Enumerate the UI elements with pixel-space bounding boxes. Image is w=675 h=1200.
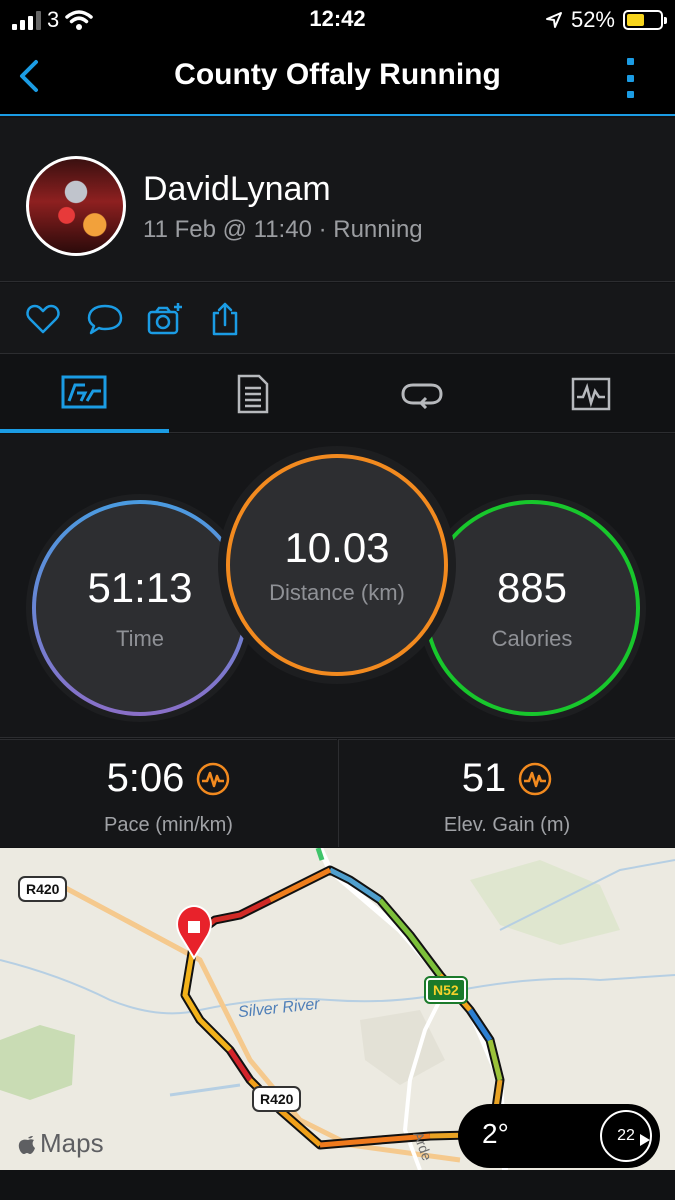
dot-icon <box>626 74 634 82</box>
pace-metric[interactable]: 5:06 Pace (min/km) <box>0 739 337 847</box>
wind-direction-icon <box>640 1134 650 1146</box>
add-photo-icon[interactable] <box>146 301 184 337</box>
elevation-label: Elev. Gain (m) <box>443 814 571 836</box>
laps-icon <box>401 383 443 409</box>
elevation-value: 51 <box>461 756 507 800</box>
metrics-row: 5:06 Pace (min/km) 51 Elev. Gain (m) <box>0 739 675 847</box>
bottom-bar <box>0 1170 675 1200</box>
comment-icon[interactable] <box>86 301 124 337</box>
road-label-r420-bottom: R420 <box>252 1086 302 1112</box>
pace-chart-icon <box>197 762 230 795</box>
calories-ring: 885 Calories <box>424 500 640 716</box>
dot-icon <box>626 58 634 65</box>
time-ring: 51:13 Time <box>32 500 248 716</box>
road-label-r420-top: R420 <box>18 876 68 902</box>
summary-stats: 51:13 Time 885 Calories 10.03 Distance (… <box>0 434 675 738</box>
road-label-n52: N52 <box>424 976 468 1004</box>
elevation-chart-icon <box>519 762 552 795</box>
distance-value: 10.03 <box>284 524 390 571</box>
weather-pill[interactable]: 2° 22 <box>458 1104 660 1168</box>
distance-ring: 10.03 Distance (km) <box>226 454 448 676</box>
battery-fill <box>627 14 644 26</box>
tab-laps[interactable] <box>338 355 507 433</box>
pace-value: 5:06 <box>106 756 185 800</box>
tab-details[interactable] <box>169 355 338 433</box>
wind-value: 22 <box>617 1127 635 1144</box>
activity-tabs <box>0 355 675 433</box>
battery-icon <box>623 10 667 30</box>
activity-header: DavidLynam 11 Feb @ 11:40 · Running <box>0 118 675 282</box>
chart-icon <box>571 377 610 411</box>
user-name[interactable]: DavidLynam <box>143 170 331 209</box>
battery-percent: 52% <box>570 7 615 32</box>
calories-value: 885 <box>496 564 568 611</box>
document-icon <box>237 374 269 414</box>
calories-label: Calories <box>491 626 573 651</box>
elevation-metric[interactable]: 51 Elev. Gain (m) <box>338 739 675 847</box>
nav-bar: County Offaly Running <box>0 40 675 116</box>
social-actions <box>0 283 675 354</box>
maps-brand-label: Maps <box>40 1128 104 1158</box>
overview-icon <box>61 375 107 409</box>
apple-logo-icon <box>18 1135 35 1154</box>
temperature-value: 2° <box>482 1118 509 1149</box>
avatar[interactable] <box>26 156 126 256</box>
dot-icon <box>626 91 634 98</box>
distance-label: Distance (km) <box>269 580 405 605</box>
page-title: County Offaly Running <box>174 58 501 91</box>
share-icon[interactable] <box>206 301 244 337</box>
tab-charts[interactable] <box>506 355 675 433</box>
status-right: 52% <box>545 7 667 33</box>
time-label: Time <box>115 626 165 651</box>
like-heart-icon[interactable] <box>24 301 62 337</box>
pace-label: Pace (min/km) <box>104 814 233 836</box>
more-options-button[interactable] <box>623 58 637 98</box>
location-arrow-icon <box>545 12 562 28</box>
maps-brand: Maps <box>18 1128 104 1159</box>
status-bar: 3 12:42 52% <box>0 0 675 40</box>
tab-overview[interactable] <box>0 355 169 433</box>
activity-meta: 11 Feb @ 11:40 · Running <box>143 216 423 243</box>
time-value: 51:13 <box>87 564 193 611</box>
